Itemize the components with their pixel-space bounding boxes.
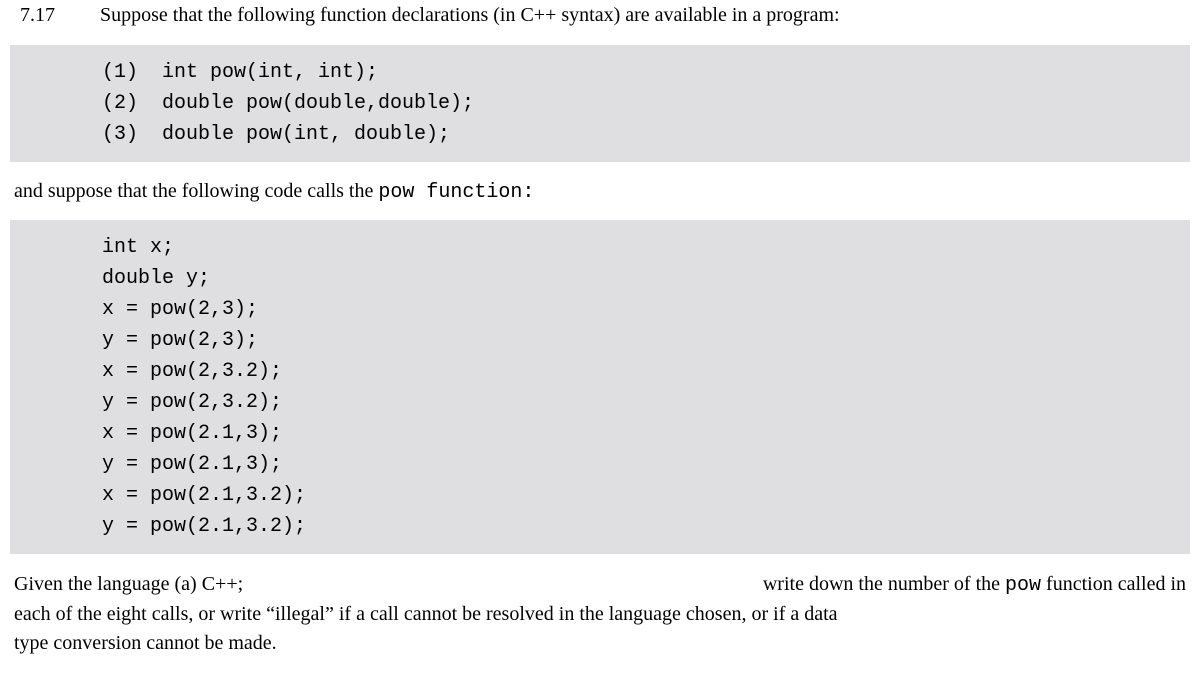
call-line-8: y = pow(2.1,3); — [102, 453, 282, 476]
call-line-5: x = pow(2,3.2); — [102, 360, 282, 383]
calls-code-block: int x; double y; x = pow(2,3); y = pow(2… — [10, 220, 1190, 554]
declarations-code-block: (1) int pow(int, int); (2) double pow(do… — [10, 45, 1190, 162]
question-pow-code: pow — [1005, 574, 1041, 597]
question-line-1-right-prefix: write down the number of the — [763, 573, 1005, 595]
question-line-1: Given the language (a) C++; write down t… — [14, 570, 1186, 600]
call-line-9: x = pow(2.1,3.2); — [102, 484, 306, 507]
call-line-3: x = pow(2,3); — [102, 298, 258, 321]
problem-number: 7.17 — [20, 4, 100, 27]
intertext: and suppose that the following code call… — [0, 172, 1200, 214]
intertext-code: pow function: — [378, 181, 534, 204]
problem-header: 7.17 Suppose that the following function… — [0, 0, 1200, 39]
question-line-1-right: write down the number of the pow functio… — [763, 570, 1186, 600]
question-text: Given the language (a) C++; write down t… — [0, 564, 1200, 658]
call-line-7: x = pow(2.1,3); — [102, 422, 282, 445]
call-line-1: int x; — [102, 236, 174, 259]
decl-line-3: (3) double pow(int, double); — [102, 123, 450, 146]
decl-line-2: (2) double pow(double,double); — [102, 92, 474, 115]
call-line-2: double y; — [102, 267, 210, 290]
question-gap — [243, 570, 763, 600]
question-line-1-left: Given the language (a) C++; — [14, 570, 243, 600]
question-line-1-right-suffix: function called in — [1041, 573, 1186, 595]
question-line-2: each of the eight calls, or write “illeg… — [14, 600, 1186, 629]
call-line-4: y = pow(2,3); — [102, 329, 258, 352]
problem-prompt: Suppose that the following function decl… — [100, 4, 1180, 27]
decl-line-1: (1) int pow(int, int); — [102, 61, 378, 84]
intertext-prefix: and suppose that the following code call… — [14, 180, 378, 202]
call-line-6: y = pow(2,3.2); — [102, 391, 282, 414]
call-line-10: y = pow(2.1,3.2); — [102, 515, 306, 538]
question-line-3: type conversion cannot be made. — [14, 629, 1186, 658]
